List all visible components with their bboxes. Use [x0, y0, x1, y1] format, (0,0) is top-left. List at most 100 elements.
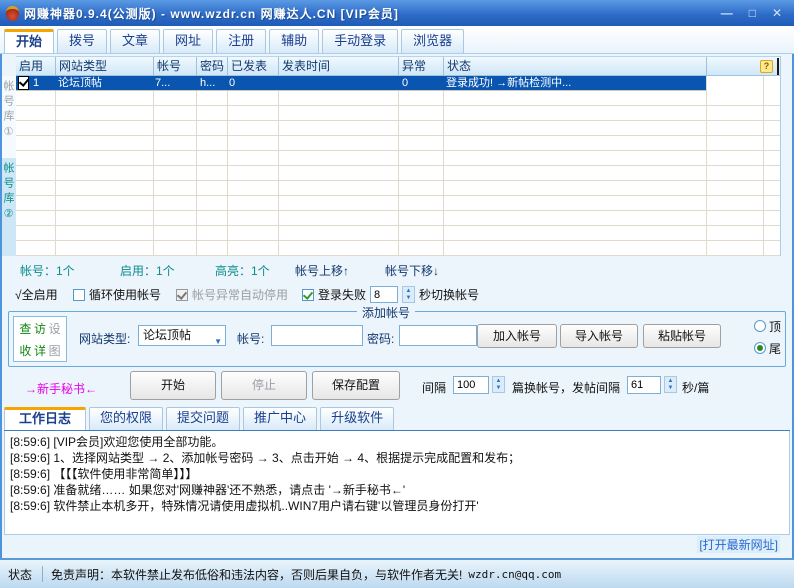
table-row-selected[interactable]: 1 论坛顶帖 7... h... 0 0 登录成功! →新帖检测中... — [16, 76, 706, 91]
spinner-down-icon[interactable]: ▼ — [668, 385, 674, 391]
interval-label: 间隔 — [422, 381, 447, 395]
quick-collect[interactable]: 收 — [18, 340, 33, 362]
table-row[interactable] — [16, 211, 780, 226]
spinner-down-icon[interactable]: ▼ — [496, 385, 502, 391]
move-account-up-button[interactable]: 帐号上移↑ — [295, 262, 349, 279]
row-enabled-checkbox[interactable] — [18, 76, 29, 90]
spinner-up-icon[interactable]: ▲ — [406, 288, 412, 294]
row-published: 0 — [229, 77, 236, 89]
radio-top[interactable] — [754, 320, 766, 332]
stop-button[interactable]: 停止 — [221, 371, 307, 400]
table-row[interactable] — [16, 241, 780, 256]
import-account-button[interactable]: 导入帐号 — [560, 324, 638, 348]
log-line: [8:59:6] [VIP会员]欢迎您使用全部功能。 — [10, 435, 224, 449]
quick-image[interactable]: 图 — [47, 340, 62, 362]
header-password[interactable]: 密码 — [196, 57, 227, 76]
app-icon — [6, 5, 19, 21]
tab-upgrade-software[interactable]: 升级软件 — [320, 407, 395, 430]
quick-setup[interactable]: 设 — [47, 318, 62, 340]
close-button[interactable]: ✕ — [772, 6, 782, 20]
login-fail-checkbox[interactable] — [302, 288, 314, 301]
table-row[interactable] — [16, 181, 780, 196]
account-table-body: 1 论坛顶帖 7... h... 0 0 登录成功! →新帖检测中... — [16, 76, 780, 256]
spinner-up-icon[interactable]: ▲ — [668, 378, 674, 384]
interval-input[interactable] — [453, 376, 489, 394]
table-row[interactable] — [16, 151, 780, 166]
header-site-type[interactable]: 网站类型 — [55, 57, 153, 76]
options-row: √全启用 循环使用帐号 帐号异常自动停用 登录失败 ▲ ▼ 秒切换帐号 — [0, 286, 794, 304]
radio-tail[interactable] — [754, 342, 766, 354]
start-button[interactable]: 开始 — [130, 371, 216, 400]
quick-check[interactable]: 查 — [18, 318, 33, 340]
tab-dialup[interactable]: 拨号 — [57, 29, 108, 53]
header-publish-time[interactable]: 发表时间 — [278, 57, 398, 76]
tab-manual-login[interactable]: 手动登录 — [322, 29, 399, 53]
login-fail-option[interactable]: 登录失败 ▲ ▼ 秒切换帐号 — [302, 286, 479, 303]
save-config-button[interactable]: 保存配置 — [312, 371, 400, 400]
radio-tail-option[interactable]: 尾 — [754, 337, 781, 359]
password-input[interactable] — [399, 325, 477, 346]
header-enabled[interactable]: 启用 — [16, 57, 55, 76]
side-tab-account-library-1[interactable]: 帐号库① — [2, 76, 16, 158]
quick-visit[interactable]: 访 — [33, 318, 48, 340]
groupbox-label: 添加帐号 — [357, 304, 416, 321]
maximize-button[interactable]: □ — [749, 6, 756, 20]
side-tab-account-library-2[interactable]: 帐号库② — [2, 158, 16, 256]
interval-stepper[interactable]: ▲ ▼ — [492, 376, 505, 393]
log-line: [8:59:6] 软件禁止本机多开，特殊情况请使用虚拟机..WIN7用户请右键'… — [10, 499, 479, 513]
status-separator — [42, 566, 44, 582]
move-account-down-button[interactable]: 帐号下移↓ — [385, 262, 439, 279]
table-row[interactable] — [16, 106, 780, 121]
enable-all-toggle[interactable]: √全启用 — [15, 286, 58, 303]
auto-stop-checkbox[interactable] — [176, 288, 188, 301]
site-type-select[interactable]: 论坛顶帖 ▼ — [138, 325, 226, 346]
work-log-panel[interactable]: [8:59:6] [VIP会员]欢迎您使用全部功能。 [8:59:6] 1、选择… — [4, 431, 790, 535]
log-line: [8:59:6] 【【【软件使用非常简单】】】 — [10, 467, 198, 481]
title-bar: 网赚神器0.9.4(公测版) - www.wzdr.cn 网赚达人.CN [VI… — [0, 0, 794, 26]
cycle-accounts-checkbox[interactable] — [73, 288, 85, 301]
header-error[interactable]: 异常 — [398, 57, 443, 76]
log-line: [8:59:6] 1、选择网站类型 → 2、添加帐号密码 → 3、点击开始 → … — [10, 451, 521, 465]
tab-register[interactable]: 注册 — [216, 29, 267, 53]
auto-stop-option[interactable]: 帐号异常自动停用 — [176, 286, 288, 303]
tab-submit-issue[interactable]: 提交问题 — [166, 407, 241, 430]
post-interval-stepper[interactable]: ▲ ▼ — [664, 376, 677, 393]
window-title: 网赚神器0.9.4(公测版) - www.wzdr.cn 网赚达人.CN [VI… — [24, 6, 399, 21]
table-row[interactable] — [16, 91, 780, 106]
table-row[interactable] — [16, 226, 780, 241]
minimize-button[interactable]: — — [721, 6, 733, 20]
add-account-button[interactable]: 加入帐号 — [477, 324, 557, 348]
quick-tools-panel: 查 访 设 收 详 图 — [13, 316, 67, 362]
header-status[interactable]: 状态 — [443, 57, 706, 76]
switch-seconds-stepper[interactable]: ▲ ▼ — [402, 286, 416, 303]
cycle-accounts-option[interactable]: 循环使用帐号 — [73, 286, 161, 303]
post-interval-input[interactable] — [627, 376, 661, 394]
spinner-down-icon[interactable]: ▼ — [406, 295, 412, 301]
tab-assist[interactable]: 辅助 — [269, 29, 320, 53]
tab-urls[interactable]: 网址 — [163, 29, 214, 53]
table-row[interactable] — [16, 121, 780, 136]
tab-browser[interactable]: 浏览器 — [401, 29, 465, 53]
column-resize-indicator — [777, 58, 779, 75]
tab-promotion-center[interactable]: 推广中心 — [243, 407, 318, 430]
radio-top-option[interactable]: 顶 — [754, 315, 781, 337]
tab-permissions[interactable]: 您的权限 — [89, 407, 164, 430]
switch-seconds-input[interactable] — [370, 286, 399, 303]
stat-highlight: 高亮：1个 — [215, 264, 270, 278]
header-published[interactable]: 已发表 — [227, 57, 278, 76]
account-input[interactable] — [271, 325, 363, 346]
table-row[interactable] — [16, 196, 780, 211]
open-latest-url-link[interactable]: [打开最新网址] — [697, 536, 780, 553]
paste-account-button[interactable]: 粘贴帐号 — [643, 324, 721, 348]
tab-articles[interactable]: 文章 — [110, 29, 161, 53]
header-account[interactable]: 帐号 — [153, 57, 196, 76]
help-icon[interactable]: ? — [760, 60, 773, 73]
quick-detail[interactable]: 详 — [33, 340, 48, 362]
tab-start[interactable]: 开始 — [4, 29, 55, 53]
table-row[interactable] — [16, 136, 780, 151]
tab-work-log[interactable]: 工作日志 — [4, 407, 87, 430]
newbie-guide-link[interactable]: →新手秘书← — [25, 380, 97, 397]
stat-enabled: 启用：1个 — [120, 264, 175, 278]
table-row[interactable] — [16, 166, 780, 181]
spinner-up-icon[interactable]: ▲ — [496, 378, 502, 384]
